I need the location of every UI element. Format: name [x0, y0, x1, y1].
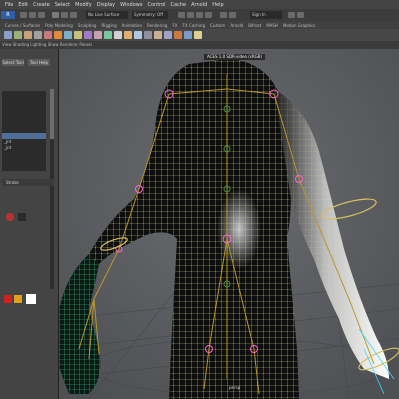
save-scene-icon[interactable] [38, 12, 45, 18]
menu-windows[interactable]: Windows [120, 2, 142, 8]
quad-draw-icon[interactable] [154, 31, 162, 39]
cube-icon[interactable] [14, 31, 22, 39]
tab-bifrost[interactable]: Bifrost [248, 23, 261, 28]
tab-fx[interactable]: FX [172, 23, 177, 28]
stroke-section-header[interactable]: Stroke [2, 179, 54, 186]
separate-icon[interactable] [104, 31, 112, 39]
select-component-icon[interactable] [70, 12, 77, 18]
panel-scrollbar[interactable] [50, 89, 54, 289]
menu-create[interactable]: Create [33, 2, 50, 8]
torus-icon[interactable] [54, 31, 62, 39]
value-slider-swatch[interactable] [18, 213, 26, 221]
menu-modify[interactable]: Modify [75, 2, 92, 8]
viewport-menu[interactable]: View Shading Lighting Show Renderer Pane… [2, 42, 92, 47]
mirror-icon[interactable] [174, 31, 182, 39]
symmetry-field[interactable]: Symmetry: Off [132, 11, 168, 19]
tab-arnold[interactable]: Arnold [230, 23, 243, 28]
outliner-list: _jnt _jnt [2, 91, 46, 171]
fill-hole-icon[interactable] [184, 31, 192, 39]
bridge-icon[interactable] [84, 31, 92, 39]
tab-sculpting[interactable]: Sculpting [78, 23, 97, 28]
cone-icon[interactable] [34, 31, 42, 39]
modeling-toolkit-icon[interactable] [288, 12, 295, 18]
menu-file[interactable]: File [5, 2, 13, 8]
cylinder-icon[interactable] [24, 31, 32, 39]
viewport-canvas [59, 49, 399, 399]
select-hierarchy-icon[interactable] [52, 12, 59, 18]
target-weld-icon[interactable] [144, 31, 152, 39]
multicut-icon[interactable] [134, 31, 142, 39]
snap-point-icon[interactable] [196, 12, 203, 18]
plane-icon[interactable] [44, 31, 52, 39]
menu-arnold[interactable]: Arnold [191, 2, 207, 8]
red-swatch[interactable] [4, 295, 12, 303]
tab-poly[interactable]: Poly Modeling [45, 23, 73, 28]
menu-select[interactable]: Select [55, 2, 70, 8]
sign-in-field[interactable]: Sign In [250, 11, 282, 19]
scrollbar-thumb[interactable] [50, 89, 54, 139]
tab-custom[interactable]: Custom [210, 23, 225, 28]
smooth-icon[interactable] [114, 31, 122, 39]
mode-selector[interactable]: R [1, 11, 15, 19]
tab-motion-graphics[interactable]: Motion Graphics [283, 23, 316, 28]
color-management-readout[interactable]: ACES 1.0 SDR-video (sRGB) [204, 54, 266, 60]
snap-surface-icon[interactable] [205, 12, 212, 18]
snap-grid-icon[interactable] [178, 12, 185, 18]
ipr-render-icon[interactable] [229, 12, 236, 18]
extrude-icon[interactable] [64, 31, 72, 39]
select-object-icon[interactable] [61, 12, 68, 18]
attribute-editor-icon[interactable] [297, 12, 304, 18]
tab-curves[interactable]: Curves / Surfaces [5, 23, 40, 28]
tab-mash[interactable]: MASH [266, 23, 278, 28]
main-menubar: File Edit Create Select Modify Display W… [0, 0, 399, 9]
tab-rendering[interactable]: Rendering [147, 23, 167, 28]
white-swatch[interactable] [26, 294, 36, 304]
bevel-icon[interactable] [74, 31, 82, 39]
camera-label: persp [229, 385, 241, 390]
new-scene-icon[interactable] [20, 12, 27, 18]
menu-control[interactable]: Control [147, 2, 165, 8]
tool-help-button[interactable]: Tool Help [28, 59, 50, 66]
combine-icon[interactable] [94, 31, 102, 39]
menu-edit[interactable]: Edit [18, 2, 28, 8]
snap-curve-icon[interactable] [187, 12, 194, 18]
menu-display[interactable]: Display [97, 2, 115, 8]
append-icon[interactable] [194, 31, 202, 39]
tab-animation[interactable]: Animation [122, 23, 142, 28]
tab-rigging[interactable]: Rigging [101, 23, 116, 28]
tool-settings-panel: Select Tool Tool Help _jnt _jnt Stroke [0, 49, 59, 399]
tab-fx-caching[interactable]: FX Caching [183, 23, 205, 28]
merge-icon[interactable] [124, 31, 132, 39]
open-scene-icon[interactable] [29, 12, 36, 18]
sphere-icon[interactable] [4, 31, 12, 39]
menu-help[interactable]: Help [212, 2, 223, 8]
shelf-tabs: Curves / Surfaces Poly Modeling Sculptin… [0, 21, 399, 29]
3d-viewport[interactable]: ACES 1.0 SDR-video (sRGB) persp [59, 49, 399, 399]
color-wheel-icon[interactable] [6, 213, 14, 221]
render-icon[interactable] [220, 12, 227, 18]
uv-editor-icon[interactable] [164, 31, 172, 39]
menu-cache[interactable]: Cache [171, 2, 187, 8]
list-item[interactable] [2, 157, 46, 163]
select-tool-button[interactable]: Select Tool [2, 59, 24, 66]
live-surface-field[interactable]: No Live Surface [86, 11, 128, 19]
orange-swatch[interactable] [14, 295, 22, 303]
